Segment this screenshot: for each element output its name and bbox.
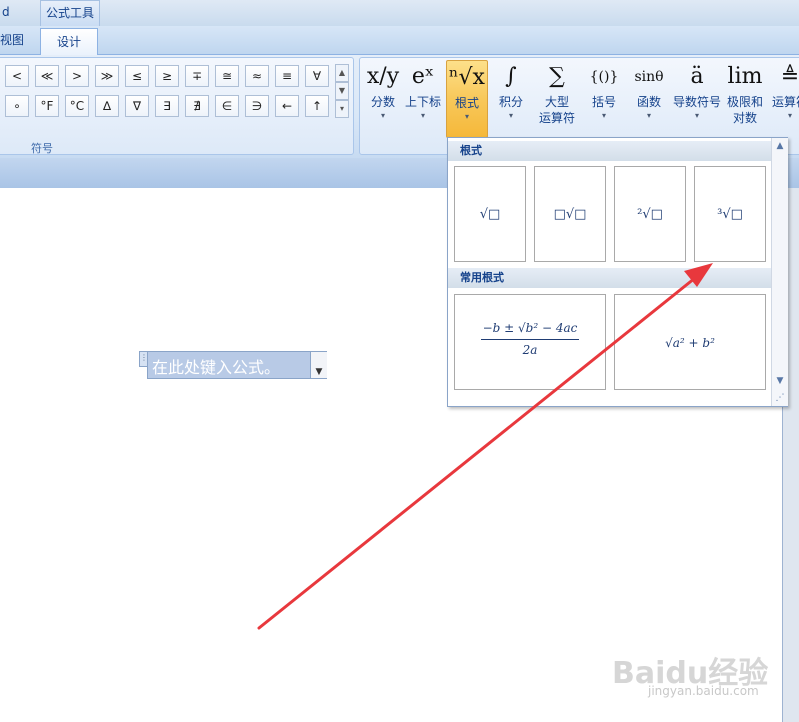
annotation-arrow [257, 263, 713, 630]
watermark-url: jingyan.baidu.com [648, 684, 759, 698]
